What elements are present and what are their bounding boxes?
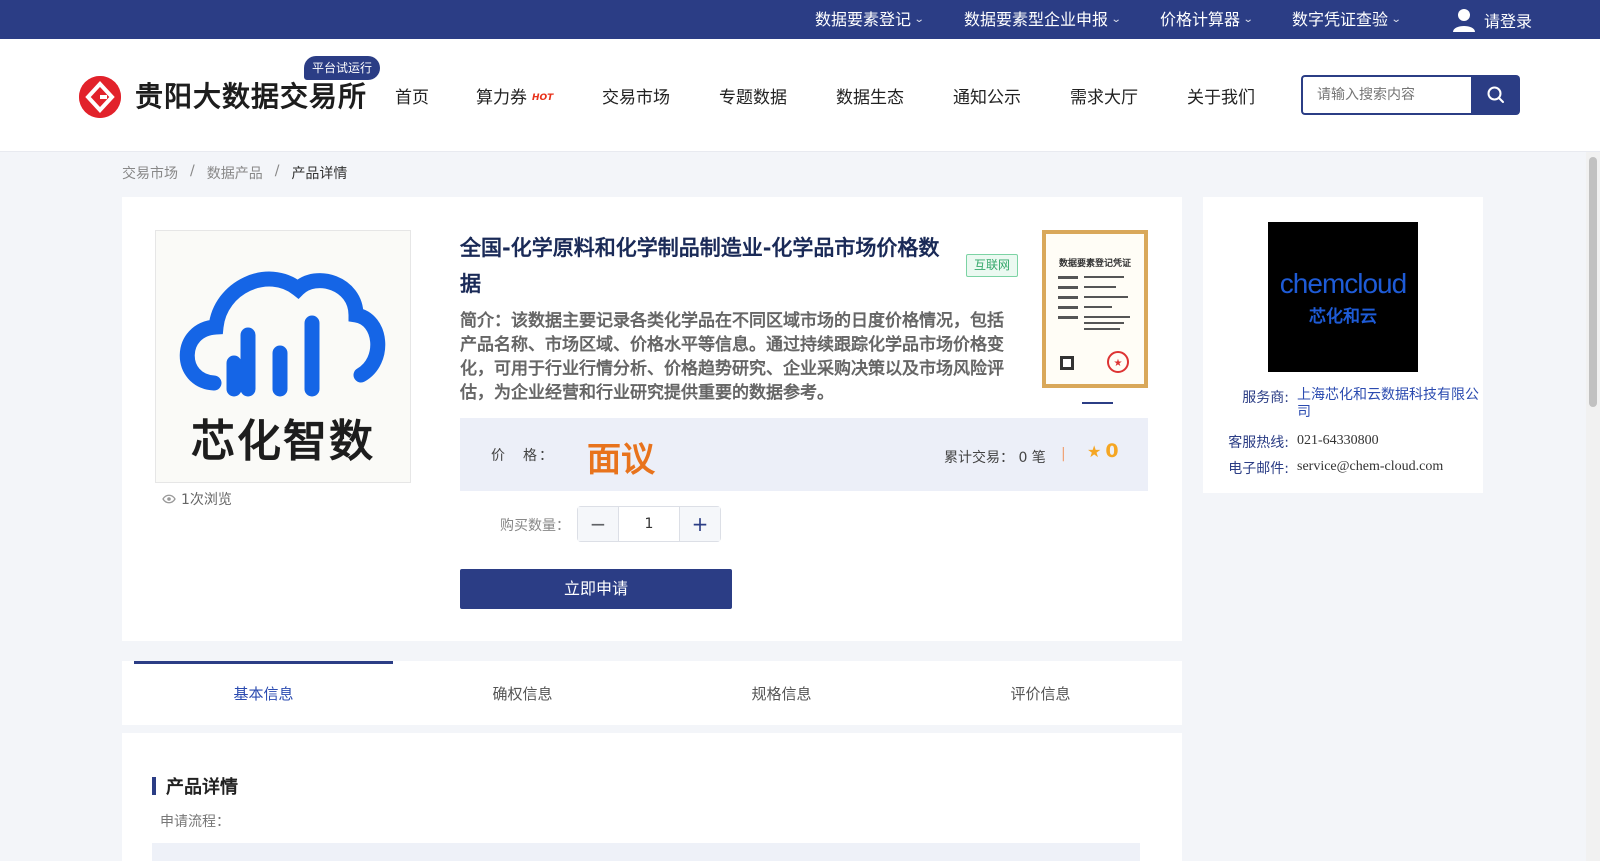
breadcrumb-data-products[interactable]: 数据产品 <box>207 163 263 183</box>
provider-logo: chemcloud 芯化和云 <box>1268 222 1418 372</box>
price-box: 价 格： 面议 累计交易： 0 笔 | ★ 0 <box>460 418 1148 491</box>
email-value: service@chem-cloud.com <box>1297 459 1444 474</box>
chevron-down-icon: ⌄ <box>1390 14 1402 25</box>
breadcrumb: 交易市场 / 数据产品 / 产品详情 <box>122 163 347 183</box>
provider-service-row: 服务商: 上海芯化和云数据科技有限公司 <box>1203 387 1483 421</box>
chevron-down-icon: ⌄ <box>913 14 925 25</box>
search-icon <box>1487 86 1504 103</box>
rating: ★ 0 <box>1087 440 1119 462</box>
section-title-bar <box>152 777 156 795</box>
nav-item-home[interactable]: 首页 <box>395 83 429 108</box>
topbar-item-label: 数字凭证查验 <box>1292 10 1389 29</box>
user-icon <box>1452 8 1475 32</box>
topbar-item-data-registration[interactable]: 数据要素登记 ⌄ <box>815 0 925 39</box>
provider-logo-text: chemcloud <box>1279 267 1407 299</box>
topbar-item-price-calculator[interactable]: 价格计算器 ⌄ <box>1160 0 1254 39</box>
service-label: 服务商: <box>1242 390 1289 406</box>
hot-badge: HOT <box>532 93 554 103</box>
rating-value: 0 <box>1105 440 1119 462</box>
topbar-item-label: 价格计算器 <box>1160 10 1241 29</box>
product-title: 全国-化学原料和化学制品制造业-化学品市场价格数据 <box>460 236 940 296</box>
tab-rights-info[interactable]: 确权信息 <box>393 661 652 725</box>
nav-item-topic-data[interactable]: 专题数据 <box>719 83 787 108</box>
topbar-item-label: 数据要素登记 <box>815 10 912 29</box>
hotline-value: 021-64330800 <box>1297 433 1379 448</box>
nav-item-notices[interactable]: 通知公示 <box>953 83 1021 108</box>
chevron-down-icon: ⌄ <box>1110 14 1122 25</box>
price-value: 面议 <box>587 440 655 480</box>
breadcrumb-separator: / <box>190 163 195 179</box>
divider: | <box>1061 446 1066 462</box>
quantity-increase-button[interactable]: + <box>679 507 720 541</box>
product-detail-section: 产品详情 申请流程： <box>122 733 1182 861</box>
tab-basic-info[interactable]: 基本信息 <box>134 661 393 725</box>
nav-item-about[interactable]: 关于我们 <box>1187 83 1255 108</box>
product-description: 简介：该数据主要记录各类化学品在不同区域市场的日度价格情况，包括产品名称、市场区… <box>460 311 1004 403</box>
login-link[interactable]: 请登录 <box>1452 0 1532 39</box>
search-input[interactable] <box>1303 77 1471 113</box>
tab-review-info[interactable]: 评价信息 <box>911 661 1170 725</box>
tab-spec-info[interactable]: 规格信息 <box>652 661 911 725</box>
search-box <box>1301 75 1471 115</box>
product-image: 芯化智数 <box>155 230 411 483</box>
plus-icon: + <box>691 512 709 536</box>
category-tag: 互联网 <box>966 254 1019 277</box>
quantity-decrease-button[interactable]: − <box>578 507 619 541</box>
view-count: 1次浏览 <box>162 489 232 509</box>
provider-card: chemcloud 芯化和云 服务商: 上海芯化和云数据科技有限公司 客服热线:… <box>1203 197 1483 493</box>
apply-now-button[interactable]: 立即申请 <box>460 569 732 609</box>
provider-email-row: 电子邮件: service@chem-cloud.com <box>1203 458 1483 478</box>
quantity-stepper: − 1 + <box>577 506 721 542</box>
section-title-text: 产品详情 <box>166 777 238 798</box>
quantity-input[interactable]: 1 <box>619 507 679 541</box>
minus-icon: − <box>589 512 607 536</box>
registration-certificate[interactable]: 数据要素登记凭证 ★ <box>1042 230 1148 388</box>
apply-flow-label: 申请流程： <box>160 814 230 830</box>
certificate-content-icon: ★ <box>1058 276 1130 373</box>
main-header: 贵阳大数据交易所 平台试运行 首页 算力券 HOT 交易市场 专题数据 数据生态… <box>0 39 1600 152</box>
quantity-label: 购买数量： <box>500 518 570 534</box>
breadcrumb-current: 产品详情 <box>291 166 348 182</box>
chevron-down-icon: ⌄ <box>1242 14 1254 25</box>
topbar-item-enterprise-declaration[interactable]: 数据要素型企业申报 ⌄ <box>964 0 1122 39</box>
hotline-label: 客服热线: <box>1228 435 1289 451</box>
page-scrollbar[interactable] <box>1586 152 1600 861</box>
scrollbar-thumb[interactable] <box>1589 157 1597 407</box>
login-label: 请登录 <box>1483 11 1532 31</box>
star-icon: ★ <box>1087 441 1102 461</box>
eye-icon <box>162 494 176 504</box>
view-count-text: 1次浏览 <box>181 492 232 508</box>
trade-count: 累计交易： 0 笔 <box>944 447 1046 467</box>
breadcrumb-market[interactable]: 交易市场 <box>122 163 178 183</box>
nav-item-market[interactable]: 交易市场 <box>602 83 670 108</box>
provider-logo-subtext: 芯化和云 <box>1309 306 1377 327</box>
detail-tabs: 基本信息 确权信息 规格信息 评价信息 <box>122 661 1182 725</box>
svg-text:★: ★ <box>1114 358 1123 369</box>
nav-item-ecosystem[interactable]: 数据生态 <box>836 83 904 108</box>
certificate-indicator <box>1082 402 1113 404</box>
nav-item-demand-hall[interactable]: 需求大厅 <box>1070 83 1138 108</box>
email-label: 电子邮件: <box>1228 461 1289 477</box>
price-label: 价 格： <box>491 448 555 464</box>
product-image-text: 芯化智数 <box>191 416 375 467</box>
provider-hotline-row: 客服热线: 021-64330800 <box>1203 432 1483 452</box>
trade-count-value: 0 笔 <box>1018 450 1046 466</box>
breadcrumb-separator: / <box>274 163 280 179</box>
product-card: 芯化智数 1次浏览 全国-化学原料和化学制品制造业-化学品市场价格数据 互联网 … <box>122 197 1182 641</box>
topbar-item-label: 数据要素型企业申报 <box>964 10 1109 29</box>
section-title: 产品详情 <box>152 773 238 799</box>
top-bar: 数据要素登记 ⌄ 数据要素型企业申报 ⌄ 价格计算器 ⌄ 数字凭证查验 ⌄ 请登… <box>0 0 1600 39</box>
service-provider-link[interactable]: 上海芯化和云数据科技有限公司 <box>1289 387 1479 421</box>
nav-item-compute-voucher[interactable]: 算力券 <box>476 83 527 108</box>
search-button[interactable] <box>1471 75 1520 115</box>
apply-flow-box <box>152 843 1140 861</box>
topbar-item-certificate-check[interactable]: 数字凭证查验 ⌄ <box>1292 0 1402 39</box>
trade-count-label: 累计交易： <box>944 450 1014 466</box>
